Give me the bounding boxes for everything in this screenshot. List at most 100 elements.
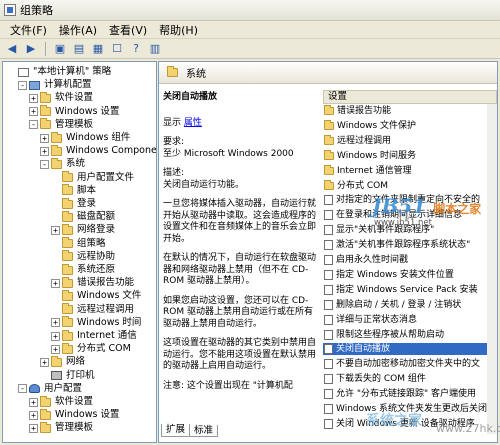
expand-icon[interactable]: + [29, 423, 38, 433]
forward-icon[interactable]: ▶ [23, 41, 39, 57]
tab-extended[interactable]: 扩展 [161, 424, 191, 437]
tree-item[interactable]: + Windows 组件 [40, 131, 131, 144]
tree-item[interactable]: 系统还原 [51, 263, 116, 276]
folder-icon [62, 329, 73, 341]
expand-icon[interactable]: + [29, 397, 38, 407]
tree-item[interactable]: Windows 文件 [51, 289, 142, 302]
properties-link[interactable]: 属性 [184, 118, 202, 128]
tree-item-label: Windows 设置 [55, 409, 120, 421]
settings-list-row[interactable]: 限制这些程序被从帮助启动 [323, 329, 497, 341]
folder-icon [324, 119, 334, 130]
settings-list-row[interactable]: 远程过程调用 [323, 134, 497, 147]
expand-icon[interactable]: + [51, 344, 60, 354]
settings-list-row[interactable]: Windows 文件保护 [323, 119, 497, 132]
tree-pane[interactable]: "本地计算机" 策略 - 计算机配置 + 软件设置 + Windows 设置 - 管理模板 + Wi… [2, 61, 157, 443]
up-icon[interactable]: ▣ [52, 41, 68, 57]
tree-item[interactable]: - 计算机配置 [18, 79, 93, 91]
settings-list-row[interactable]: 关闭自动播放 [323, 343, 497, 356]
settings-list-label: 限制这些程序被从帮助启动 [336, 329, 445, 340]
tree-item[interactable]: 远程协助 [51, 250, 116, 263]
expand-icon[interactable]: + [51, 318, 60, 328]
settings-list-row[interactable]: 指定 Windows Service Pack 安装 [323, 284, 497, 296]
folder-icon [62, 263, 73, 275]
window-title: 组策略 [20, 4, 53, 17]
computer-icon [29, 80, 40, 90]
settings-list-row[interactable]: Internet 通信管理 [323, 164, 497, 177]
settings-list-label: 激活"关机事件跟踪程序系统状态" [336, 240, 471, 251]
menu-help[interactable]: 帮助(H) [153, 22, 204, 38]
tree-item-label: 网络登录 [77, 224, 116, 236]
tree-item[interactable]: 用户配置文件 [51, 171, 135, 184]
view-icon[interactable]: ▥ [147, 41, 163, 57]
settings-list-row[interactable]: 不要自动加密移动加密文件夹中的文 [323, 358, 497, 370]
settings-list-row[interactable]: 下载丢失的 COM 组件 [323, 373, 497, 385]
tree-item-label: Windows 时间 [77, 316, 142, 328]
properties-icon[interactable]: ☐ [109, 41, 125, 57]
folder-icon [40, 91, 51, 103]
policy-setting-icon [324, 255, 333, 265]
tree-item[interactable]: - 系统 [40, 157, 86, 170]
tree-item[interactable]: 组策略 [51, 237, 107, 250]
tree-item[interactable]: 登录 [51, 197, 97, 210]
tree-item[interactable]: 打印机 [40, 370, 96, 382]
tab-standard[interactable]: 标准 [189, 425, 219, 437]
settings-list-row[interactable]: 允许 "分布式链接跟踪" 客户端使用 [323, 388, 497, 400]
settings-column-header[interactable]: 设置 [323, 90, 497, 104]
policy-title: 关闭自动播放 [163, 92, 218, 102]
settings-list-row[interactable]: 删除启动 / 关机 / 登录 / 注销状 [323, 299, 497, 311]
settings-list-row[interactable]: 分布式 COM [323, 179, 497, 192]
tree-item[interactable]: - 用户配置 [18, 383, 83, 395]
settings-list-row[interactable]: Windows 时间服务 [323, 149, 497, 162]
tree-item-label: "本地计算机" 策略 [33, 66, 112, 77]
settings-list-label: 指定 Windows 安装文件位置 [336, 269, 454, 280]
tree-item[interactable]: + 网络登录 [51, 223, 116, 236]
expand-icon[interactable]: + [40, 146, 49, 156]
show-hide-tree-icon[interactable]: ▤ [71, 41, 87, 57]
tree-item[interactable]: + Windows 设置 [29, 408, 120, 421]
menu-action[interactable]: 操作(A) [53, 22, 103, 38]
tree-item[interactable]: + Windows 时间 [51, 316, 142, 329]
settings-list-row[interactable]: 指定 Windows 安装文件位置 [323, 269, 497, 281]
description-para-3: 如果您启动这设置，您还可以在 CD-ROM 驱动器上禁用自动运行或在所有驱动器上… [163, 295, 313, 329]
expand-icon[interactable]: + [40, 357, 49, 367]
expand-icon[interactable]: + [29, 107, 38, 117]
tree-item[interactable]: + Windows 设置 [29, 105, 120, 118]
vertical-scrollbar[interactable] [487, 104, 497, 434]
folder-icon [62, 289, 73, 301]
settings-list-row[interactable]: 激活"关机事件跟踪程序系统状态" [323, 239, 497, 251]
collapse-icon[interactable]: - [29, 120, 38, 130]
collapse-icon[interactable]: - [18, 80, 27, 90]
help-icon[interactable]: ? [128, 41, 144, 57]
tree-item[interactable]: 远程过程调用 [51, 303, 135, 316]
tree-item[interactable]: + 网络 [40, 355, 86, 368]
settings-list-row[interactable]: 详细与正常状态消息 [323, 314, 497, 326]
tree-item[interactable]: + Windows Componen [40, 144, 156, 157]
settings-list-row[interactable]: 启用永久性时间戳 [323, 254, 497, 266]
back-icon[interactable]: ◀ [4, 41, 20, 57]
expand-icon[interactable]: + [51, 278, 60, 288]
tree-item[interactable]: + 软件设置 [29, 91, 94, 104]
menu-view[interactable]: 查看(V) [103, 22, 153, 38]
settings-list-row[interactable]: 错误报告功能 [323, 105, 497, 117]
tree-item[interactable]: "本地计算机" 策略 [7, 66, 112, 78]
tree-item[interactable]: 磁盘配额 [51, 210, 116, 223]
export-list-icon[interactable]: ▦ [90, 41, 106, 57]
tree-item[interactable]: + 管理模板 [29, 421, 94, 434]
tree-item[interactable]: 脚本 [51, 184, 97, 197]
menu-file[interactable]: 文件(F) [4, 22, 53, 38]
tree-item[interactable]: - 管理模板 [29, 118, 94, 131]
folder-icon [62, 171, 73, 183]
expand-icon[interactable]: + [51, 225, 60, 235]
folder-icon [51, 355, 62, 367]
tree-item[interactable]: + 错误报告功能 [51, 276, 135, 289]
expand-icon[interactable]: + [40, 133, 49, 143]
expand-icon[interactable]: + [29, 410, 38, 420]
expand-icon[interactable]: + [51, 331, 60, 341]
expand-icon[interactable]: + [29, 93, 38, 103]
tree-item[interactable]: + 软件设置 [29, 395, 94, 408]
tree-item[interactable]: + 分布式 COM [51, 342, 132, 355]
collapse-icon[interactable]: - [40, 159, 49, 169]
collapse-icon[interactable]: - [18, 384, 27, 394]
tree-item[interactable]: + Internet 通信 [51, 329, 138, 342]
